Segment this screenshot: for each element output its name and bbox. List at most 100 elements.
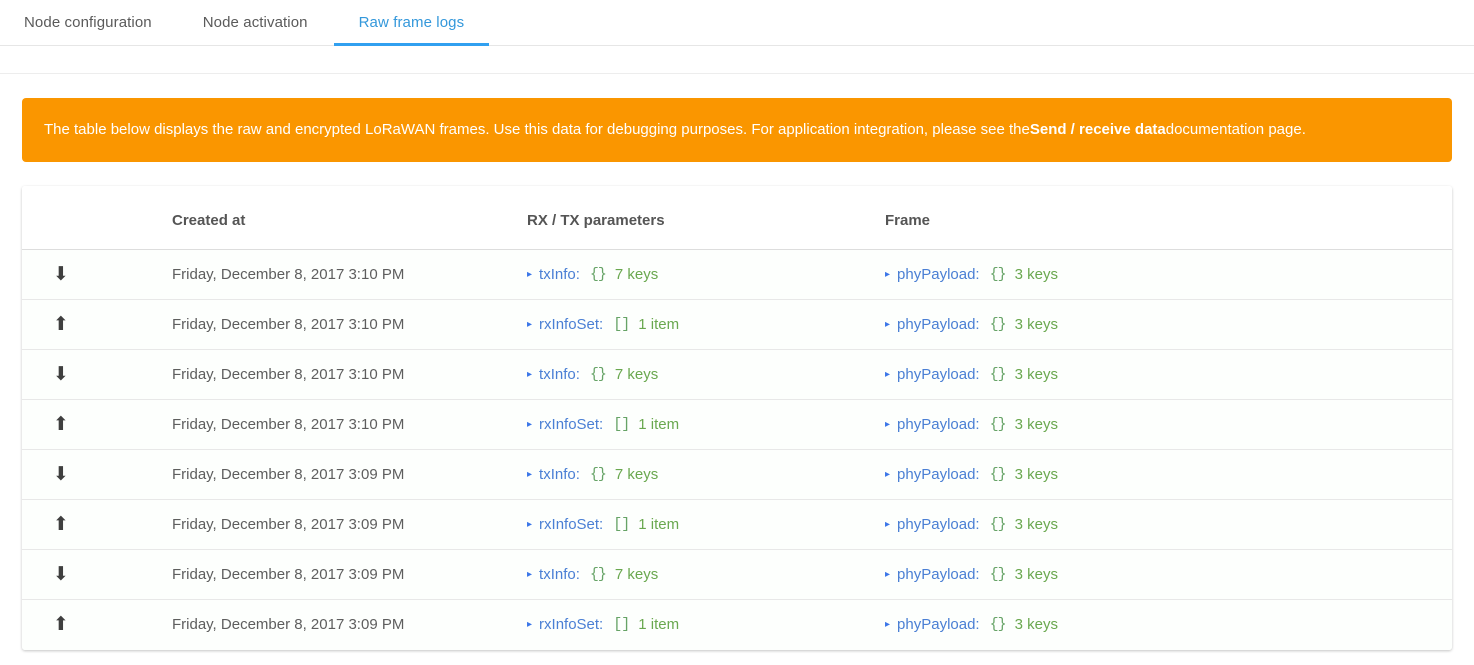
rxtx-json-node[interactable]: ▸ rxInfoSet: [] 1 item <box>527 416 885 433</box>
frame-json-node[interactable]: ▸ phyPayload: {} 3 keys <box>885 566 1452 583</box>
rxtx-json-node[interactable]: ▸ txInfo: {} 7 keys <box>527 566 885 583</box>
tab-label: Raw frame logs <box>358 14 465 31</box>
rxtx-key[interactable]: rxInfoSet: <box>539 416 603 433</box>
send-receive-data-link[interactable]: Send / receive data <box>1030 119 1166 141</box>
json-brace-icon: {} <box>589 466 607 483</box>
expand-caret-icon[interactable]: ▸ <box>527 519 532 530</box>
expand-caret-icon[interactable]: ▸ <box>527 369 532 380</box>
frame-json-node[interactable]: ▸ phyPayload: {} 3 keys <box>885 266 1452 283</box>
table-row[interactable]: ⬆ Friday, December 8, 2017 3:09 PM ▸ rxInfo… <box>22 599 1452 650</box>
created-at-text: Friday, December 8, 2017 3:10 PM <box>172 316 405 333</box>
rxtx-key[interactable]: txInfo: <box>539 566 580 583</box>
rxtx-count: 7 keys <box>614 266 659 283</box>
table-head: Created at RX / TX parameters Frame <box>22 186 1452 250</box>
rxtx-key[interactable]: rxInfoSet: <box>539 316 603 333</box>
table-row[interactable]: ⬇ Friday, December 8, 2017 3:09 PM ▸ txInfo… <box>22 449 1452 500</box>
json-brace-icon: [] <box>613 416 630 433</box>
json-brace-icon: {} <box>989 416 1007 433</box>
cell-frame: ▸ phyPayload: {} 3 keys <box>885 249 1452 300</box>
created-at-text: Friday, December 8, 2017 3:10 PM <box>172 416 405 433</box>
rxtx-json-node[interactable]: ▸ rxInfoSet: [] 1 item <box>527 316 885 333</box>
expand-caret-icon[interactable]: ▸ <box>885 569 890 580</box>
table-row[interactable]: ⬆ Friday, December 8, 2017 3:10 PM ▸ rxInfo… <box>22 399 1452 450</box>
tab-node-activation[interactable]: Node activation <box>203 0 308 45</box>
created-at-text: Friday, December 8, 2017 3:09 PM <box>172 516 405 533</box>
json-brace-icon: [] <box>613 316 630 333</box>
alert-text-before: The table below displays the raw and enc… <box>44 121 1030 138</box>
rxtx-key[interactable]: txInfo: <box>539 266 580 283</box>
frame-key[interactable]: phyPayload: <box>897 616 980 633</box>
expand-caret-icon[interactable]: ▸ <box>885 319 890 330</box>
frame-count: 3 keys <box>1014 516 1058 533</box>
frame-key[interactable]: phyPayload: <box>897 266 980 283</box>
column-header-label: Frame <box>885 212 931 229</box>
expand-caret-icon[interactable]: ▸ <box>527 419 532 430</box>
cell-rxtx: ▸ rxInfoSet: [] 1 item <box>527 399 885 450</box>
frame-json-node[interactable]: ▸ phyPayload: {} 3 keys <box>885 516 1452 533</box>
frame-count: 3 keys <box>1014 266 1058 283</box>
rxtx-key[interactable]: rxInfoSet: <box>539 516 603 533</box>
cell-created-at: Friday, December 8, 2017 3:09 PM <box>172 549 527 600</box>
table-row[interactable]: ⬇ Friday, December 8, 2017 3:10 PM ▸ txInfo… <box>22 349 1452 400</box>
expand-caret-icon[interactable]: ▸ <box>885 369 890 380</box>
created-at-text: Friday, December 8, 2017 3:09 PM <box>172 616 405 634</box>
frame-json-node[interactable]: ▸ phyPayload: {} 3 keys <box>885 316 1452 333</box>
expand-caret-icon[interactable]: ▸ <box>527 269 532 280</box>
cell-frame: ▸ phyPayload: {} 3 keys <box>885 299 1452 350</box>
arrow-up-icon: ⬆ <box>53 413 69 435</box>
frame-key[interactable]: phyPayload: <box>897 516 980 533</box>
frame-json-node[interactable]: ▸ phyPayload: {} 3 keys <box>885 366 1452 383</box>
rxtx-key[interactable]: rxInfoSet: <box>539 616 603 633</box>
column-header-frame: Frame <box>885 186 1452 250</box>
table-row[interactable]: ⬆ Friday, December 8, 2017 3:09 PM ▸ rxInfo… <box>22 499 1452 550</box>
tab-node-configuration[interactable]: Node configuration <box>24 0 152 45</box>
alert-text-after: documentation page. <box>1165 121 1306 138</box>
arrow-down-icon: ⬇ <box>53 563 69 585</box>
rxtx-count: 7 keys <box>614 466 659 483</box>
column-header-created-at: Created at <box>172 186 527 250</box>
expand-caret-icon[interactable]: ▸ <box>527 469 532 480</box>
tab-raw-frame-logs[interactable]: Raw frame logs <box>333 0 490 46</box>
table-row[interactable]: ⬇ Friday, December 8, 2017 3:09 PM ▸ txInfo… <box>22 549 1452 600</box>
frame-count: 3 keys <box>1014 316 1058 333</box>
frame-key[interactable]: phyPayload: <box>897 316 980 333</box>
tab-label: Node activation <box>202 14 308 31</box>
expand-caret-icon[interactable]: ▸ <box>527 319 532 330</box>
rxtx-count: 1 item <box>638 616 680 634</box>
expand-caret-icon[interactable]: ▸ <box>885 419 890 430</box>
expand-caret-icon[interactable]: ▸ <box>527 619 532 630</box>
frame-json-node[interactable]: ▸ phyPayload: {} 3 keys <box>885 416 1452 433</box>
cell-rxtx: ▸ rxInfoSet: [] 1 item <box>527 499 885 550</box>
cell-direction: ⬇ <box>22 449 172 500</box>
expand-caret-icon[interactable]: ▸ <box>885 519 890 530</box>
json-brace-icon: {} <box>989 266 1007 283</box>
frame-key[interactable]: phyPayload: <box>897 566 980 583</box>
table-row[interactable]: ⬇ Friday, December 8, 2017 3:10 PM ▸ txInfo… <box>22 249 1452 300</box>
expand-caret-icon[interactable]: ▸ <box>885 469 890 480</box>
rxtx-count: 1 item <box>638 416 680 433</box>
column-header-label: RX / TX parameters <box>527 212 665 229</box>
frame-key[interactable]: phyPayload: <box>897 416 980 433</box>
expand-caret-icon[interactable]: ▸ <box>885 269 890 280</box>
cell-direction: ⬇ <box>22 349 172 400</box>
json-brace-icon: {} <box>989 516 1007 533</box>
cell-direction: ⬇ <box>22 549 172 600</box>
created-at-text: Friday, December 8, 2017 3:09 PM <box>172 566 405 583</box>
frame-json-node[interactable]: ▸ phyPayload: {} 3 keys <box>885 466 1452 483</box>
expand-caret-icon[interactable]: ▸ <box>885 619 890 630</box>
frame-key[interactable]: phyPayload: <box>897 466 980 483</box>
rxtx-json-node[interactable]: ▸ txInfo: {} 7 keys <box>527 266 885 283</box>
expand-caret-icon[interactable]: ▸ <box>527 569 532 580</box>
json-brace-icon: {} <box>989 616 1007 634</box>
created-at-text: Friday, December 8, 2017 3:09 PM <box>172 466 405 483</box>
rxtx-count: 1 item <box>638 316 680 333</box>
rxtx-key[interactable]: txInfo: <box>539 366 580 383</box>
rxtx-json-node[interactable]: ▸ txInfo: {} 7 keys <box>527 366 885 383</box>
table-row[interactable]: ⬆ Friday, December 8, 2017 3:10 PM ▸ rxInfo… <box>22 299 1452 350</box>
frame-key[interactable]: phyPayload: <box>897 366 980 383</box>
rxtx-json-node[interactable]: ▸ rxInfoSet: [] 1 item <box>527 616 885 633</box>
rxtx-json-node[interactable]: ▸ rxInfoSet: [] 1 item <box>527 516 885 533</box>
rxtx-key[interactable]: txInfo: <box>539 466 580 483</box>
rxtx-json-node[interactable]: ▸ txInfo: {} 7 keys <box>527 466 885 483</box>
frame-json-node[interactable]: ▸ phyPayload: {} 3 keys <box>885 616 1452 633</box>
